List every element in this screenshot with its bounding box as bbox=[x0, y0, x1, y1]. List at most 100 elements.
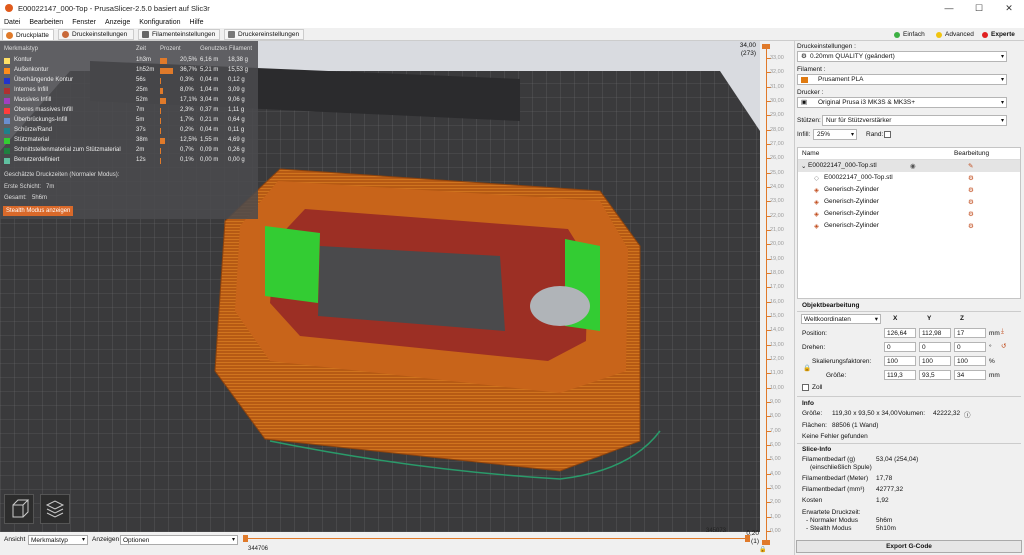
layers-view-button[interactable] bbox=[40, 494, 70, 524]
horizontal-slider-track[interactable] bbox=[246, 538, 750, 539]
position-z-input[interactable]: 17 bbox=[954, 328, 986, 338]
coordinate-system-select[interactable]: Weltkoordinaten ▾ bbox=[801, 314, 881, 324]
scale-z-input[interactable]: 100 bbox=[954, 356, 986, 366]
gear-icon[interactable]: ⚙ bbox=[968, 210, 974, 218]
legend-percent-bar bbox=[160, 78, 161, 84]
legend-row[interactable]: Überhängende Kontur 56s 0,3% 0,04 m 0,12 g bbox=[0, 76, 258, 86]
tab-plater[interactable]: Druckplatte bbox=[2, 29, 54, 40]
lock-icon[interactable]: 🔒 bbox=[803, 364, 811, 372]
filament-spool-icon bbox=[142, 31, 149, 38]
legend-row[interactable]: Stützmaterial 38m 12,5% 1,55 m 4,69 g bbox=[0, 136, 258, 146]
layer-bottom-value: 0,20 (1) bbox=[746, 530, 759, 545]
show-options-select[interactable]: Optionen ▾ bbox=[120, 535, 238, 545]
scale-x-input[interactable]: 100 bbox=[884, 356, 916, 366]
filament-volume-label: Filamentbedarf (mm³) bbox=[802, 486, 865, 493]
vertical-slider-tick-label: 19,00 bbox=[770, 256, 784, 262]
layers-icon bbox=[45, 500, 65, 518]
scale-y-input[interactable]: 100 bbox=[919, 356, 951, 366]
printer-select[interactable]: ▣ Original Prusa i3 MK3S & MK3S+ ▾ bbox=[797, 97, 1007, 108]
brim-checkbox[interactable] bbox=[884, 131, 891, 138]
list-item[interactable]: ◈ Generisch-Zylinder ⚙ bbox=[798, 208, 1020, 220]
legend-row[interactable]: Überbrückungs-Infill 5m 1,7% 0,21 m 0,64 g bbox=[0, 116, 258, 126]
info-icon[interactable]: ⓘ bbox=[964, 409, 971, 419]
gear-icon[interactable]: ⚙ bbox=[968, 198, 974, 206]
gear-icon[interactable]: ⚙ bbox=[968, 186, 974, 194]
printer-icon bbox=[228, 31, 235, 38]
info-size-label: Größe: bbox=[802, 410, 823, 417]
axis-y-label: Y bbox=[927, 315, 932, 322]
tab-filament-settings[interactable]: Filamenteinstellungen bbox=[138, 29, 220, 40]
rotate-y-input[interactable]: 0 bbox=[919, 342, 951, 352]
scale-unit: % bbox=[989, 358, 995, 365]
eye-icon[interactable]: ◉ bbox=[910, 162, 916, 170]
gear-icon[interactable]: ⚙ bbox=[968, 174, 974, 182]
size-z-input[interactable]: 34 bbox=[954, 370, 986, 380]
print-settings-select[interactable]: ⚙ 0.20mm QUALITY (geändert) ▾ bbox=[797, 51, 1007, 62]
inch-checkbox[interactable] bbox=[802, 384, 809, 391]
position-x-input[interactable]: 126,64 bbox=[884, 328, 916, 338]
legend-color-swatch bbox=[4, 158, 10, 164]
infill-select[interactable]: 25% ▾ bbox=[813, 129, 857, 140]
list-item[interactable]: ⌄ E00022147_000-Top.stl ◉ ✎ bbox=[798, 160, 1020, 172]
faces-value: 88506 (1 Wand) bbox=[832, 422, 879, 429]
legend-row[interactable]: Internes Infill 25m 8,0% 1,04 m 3,09 g bbox=[0, 86, 258, 96]
supports-select[interactable]: Nur für Stützverstärker ▾ bbox=[822, 115, 1007, 126]
list-item[interactable]: ◈ Generisch-Zylinder ⚙ bbox=[798, 196, 1020, 208]
chevron-down-icon[interactable]: ⌄ bbox=[801, 162, 806, 170]
drop-to-bed-icon[interactable]: ⤓ bbox=[1001, 328, 1004, 336]
menu-file[interactable]: Datei bbox=[4, 19, 20, 26]
list-item[interactable]: ◈ Generisch-Zylinder ⚙ bbox=[798, 220, 1020, 232]
menu-view[interactable]: Anzeige bbox=[105, 19, 130, 26]
legend-percent: 12,5% bbox=[180, 137, 198, 143]
reset-rotation-icon[interactable]: ↺ bbox=[1001, 342, 1006, 350]
legend-row[interactable]: Massives Infill 52m 17,1% 3,04 m 9,06 g bbox=[0, 96, 258, 106]
filament-color-swatch[interactable] bbox=[801, 77, 808, 83]
legend-row[interactable]: Schnittstellenmaterial zum Stützmaterial… bbox=[0, 146, 258, 156]
vertical-slider-tick-label: 7,00 bbox=[770, 428, 781, 434]
menu-help[interactable]: Hilfe bbox=[190, 19, 204, 26]
vertical-slider-tick-label: 21,00 bbox=[770, 227, 784, 233]
mode-simple[interactable]: Einfach bbox=[894, 29, 925, 40]
horizontal-slider-left-handle[interactable] bbox=[243, 535, 248, 542]
legend-row[interactable]: Außenkontur 1h52m 36,7% 5,21 m 15,53 g bbox=[0, 66, 258, 76]
list-item[interactable]: ◇ E00022147_000-Top.stl ⚙ bbox=[798, 172, 1020, 184]
size-y-input[interactable]: 93,5 bbox=[919, 370, 951, 380]
legend-name: Stützmaterial bbox=[14, 137, 50, 143]
size-x-input[interactable]: 119,3 bbox=[884, 370, 916, 380]
rotate-z-input[interactable]: 0 bbox=[954, 342, 986, 352]
edit-icon[interactable]: ✎ bbox=[968, 162, 973, 170]
object-list[interactable]: Name Bearbeitung ⌄ E00022147_000-Top.stl… bbox=[797, 147, 1021, 299]
view-type-select[interactable]: Merkmalstyp ▾ bbox=[28, 535, 88, 545]
menu-window[interactable]: Fenster bbox=[72, 19, 96, 26]
tab-printer-settings[interactable]: Druckereinstellungen bbox=[224, 29, 304, 40]
export-gcode-button[interactable]: Export G-Code bbox=[796, 540, 1022, 553]
vertical-slider-top-handle[interactable] bbox=[762, 44, 770, 49]
position-y-input[interactable]: 112,98 bbox=[919, 328, 951, 338]
legend-time: 1h52m bbox=[136, 67, 155, 73]
list-item[interactable]: ◈ Generisch-Zylinder ⚙ bbox=[798, 184, 1020, 196]
vertical-slider-bottom-handle[interactable] bbox=[762, 540, 770, 545]
legend-row[interactable]: Kontur 1h3m 20,5% 6,16 m 18,38 g bbox=[0, 56, 258, 66]
maximize-button[interactable]: ☐ bbox=[964, 0, 994, 16]
total-time-value: 5h6m bbox=[32, 195, 48, 201]
show-stealth-mode-button[interactable]: Stealth Modus anzeigen bbox=[3, 206, 74, 216]
rotate-x-input[interactable]: 0 bbox=[884, 342, 916, 352]
legend-row[interactable]: Benutzerdefiniert 12s 0,1% 0,00 m 0,00 g bbox=[0, 156, 258, 166]
legend-grams: 0,12 g bbox=[228, 77, 245, 83]
menu-edit[interactable]: Bearbeiten bbox=[29, 19, 63, 26]
minimize-button[interactable]: — bbox=[934, 0, 964, 16]
filament-select[interactable]: Prusament PLA ▾ bbox=[797, 74, 1007, 85]
legend-percent: 0,3% bbox=[180, 77, 194, 83]
gear-icon[interactable]: ⚙ bbox=[968, 222, 974, 230]
close-button[interactable]: ✕ bbox=[994, 0, 1024, 16]
lock-icon[interactable]: 🔒 bbox=[759, 546, 766, 553]
view-cube-button[interactable] bbox=[4, 494, 34, 524]
vertical-layer-slider[interactable] bbox=[766, 48, 767, 544]
mode-expert[interactable]: Experte bbox=[982, 29, 1015, 40]
menu-configuration[interactable]: Konfiguration bbox=[139, 19, 180, 26]
divider bbox=[797, 443, 1021, 444]
legend-row[interactable]: Oberes massives Infill 7m 2,3% 0,37 m 1,11 g bbox=[0, 106, 258, 116]
mode-advanced[interactable]: Advanced bbox=[936, 29, 974, 40]
tab-print-settings[interactable]: Druckeinstellungen bbox=[58, 29, 134, 40]
legend-row[interactable]: Schürze/Rand 37s 0,2% 0,04 m 0,11 g bbox=[0, 126, 258, 136]
